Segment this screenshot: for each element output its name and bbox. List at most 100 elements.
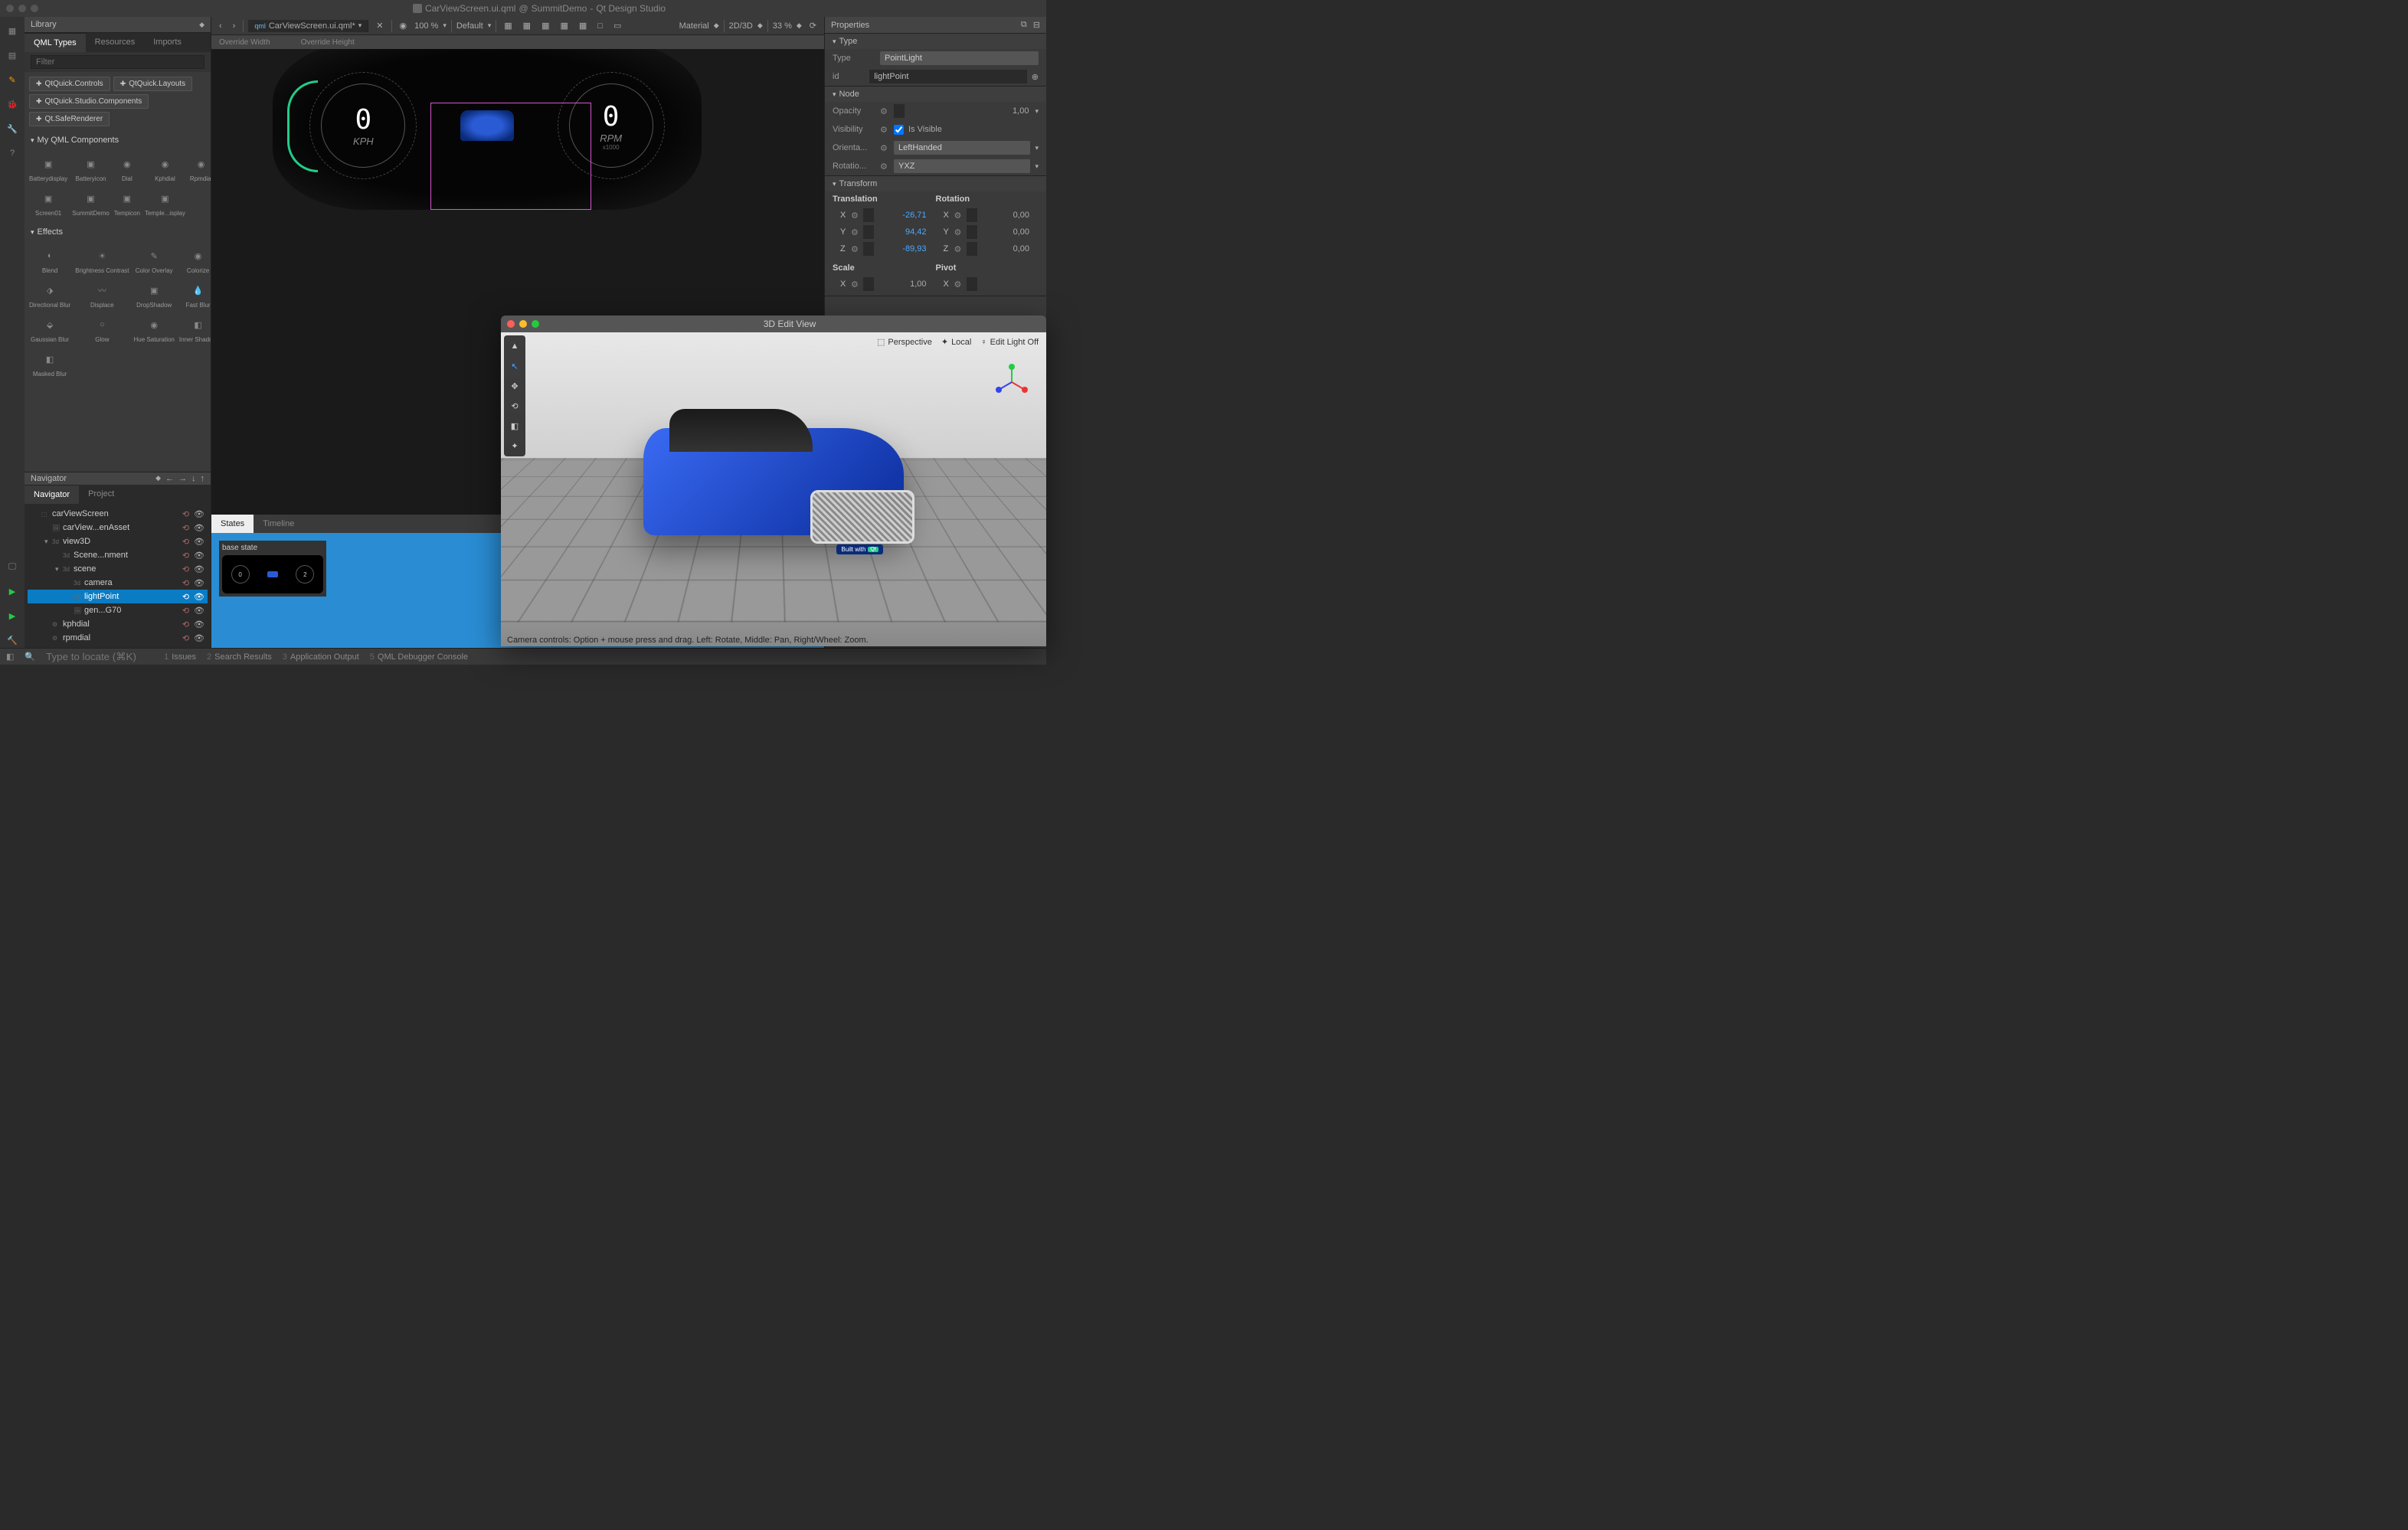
view-mode[interactable]: 2D/3D [729,21,753,31]
run-icon[interactable]: ▶ [5,584,20,599]
component-kphdial[interactable]: ◉Kphdial [143,152,187,185]
id-input[interactable] [869,70,1027,83]
orientation-value[interactable]: LeftHanded [894,141,1030,155]
tree-item-scene-nment[interactable]: 3d Scene...nment ⟲ 👁 [28,548,208,562]
visibility-icon[interactable]: 👁 [194,509,204,519]
chevron-down-icon[interactable]: ◆ [714,21,719,30]
spinner-icon[interactable] [894,104,905,118]
material-dropdown[interactable]: Material [679,21,709,31]
tree-item-view3d[interactable]: ▾ 3d view3D ⟲ 👁 [28,535,208,548]
effect-gaussian-blur[interactable]: ⬙Gaussian Blur [28,313,72,346]
component-batterydisplay[interactable]: ▣Batterydisplay [28,152,69,185]
tab-resources[interactable]: Resources [86,33,145,52]
rz-value[interactable]: 0,00 [980,244,1032,253]
debug-mode-icon[interactable]: 🐞 [5,96,20,112]
effect-blend[interactable]: ◐Blend [28,244,72,277]
component-rpmdial[interactable]: ◉Rpmdial [188,152,211,185]
nav-right-icon[interactable]: → [178,474,187,483]
build-icon[interactable]: 🔨 [5,633,20,648]
component-summitdemo[interactable]: ▣SummitDemo [70,187,110,220]
chevron-down-icon[interactable]: ▾ [358,21,362,30]
chip-qtquick-controls[interactable]: QtQuick.Controls [29,77,110,91]
tree-arrow-icon[interactable]: ▾ [44,538,52,546]
layout-icon[interactable]: ▭ [610,19,624,32]
rotation-order-value[interactable]: YXZ [894,159,1030,173]
nav-left-icon[interactable]: ← [165,474,174,483]
nav-down-icon[interactable]: ↓ [191,474,196,483]
gear-icon[interactable]: ⚙ [851,227,860,237]
translate-tool-icon[interactable]: ✥ [507,378,522,394]
rx-value[interactable]: 0,00 [980,211,1032,220]
gear-icon[interactable]: ⚙ [880,125,889,134]
tab-states[interactable]: States [211,514,254,533]
status-tab-application-output[interactable]: 3 Application Output [283,652,359,662]
visibility-icon[interactable]: 👁 [194,523,204,533]
file-tab[interactable]: qml CarViewScreen.ui.qml* ▾ [248,20,368,32]
minimize-window-icon[interactable] [18,5,26,12]
rotate-tool-icon[interactable]: ⟲ [507,398,522,414]
effect-fast-blur[interactable]: 💧Fast Blur [178,279,211,312]
effect-inner-shadow[interactable]: ◧Inner Shadow [178,313,211,346]
gear-icon[interactable]: ⚙ [851,211,860,220]
opacity-value[interactable]: 1,00 [970,106,1030,116]
select-tool-icon[interactable]: ▲ [507,338,522,354]
tree-item-lightpoint[interactable]: 3d lightPoint ⟲ 👁 [28,590,208,603]
nav-forward-icon[interactable]: › [230,20,239,32]
library-menu-icon[interactable]: ◆ [199,21,204,29]
status-tab-issues[interactable]: 1 Issues [164,652,196,662]
close-window-icon[interactable] [507,320,515,328]
local-toggle[interactable]: ✦Local [941,337,972,347]
layout-icon[interactable]: ▦ [576,19,590,32]
monitor-icon[interactable]: 🖵 [5,559,20,574]
tree-item-scene[interactable]: ▾ 3d scene ⟲ 👁 [28,562,208,576]
link-icon[interactable]: ⟲ [182,509,189,519]
edit-light-toggle[interactable]: ♀Edit Light Off [980,337,1039,347]
effect-brightness-contrast[interactable]: ☀Brightness Contrast [74,244,130,277]
perspective-toggle[interactable]: ⬚Perspective [877,337,932,347]
tab-navigator[interactable]: Navigator [25,485,79,504]
tree-item-carviewscreen[interactable]: ⬚ carViewScreen ⟲ 👁 [28,507,208,521]
tab-timeline[interactable]: Timeline [254,515,303,533]
zoom-value[interactable]: 100 % [414,21,438,31]
edit3d-titlebar[interactable]: 3D Edit View [501,315,1046,332]
visibility-icon[interactable]: 👁 [194,606,204,616]
gear-icon[interactable]: ⚙ [954,211,964,220]
visibility-checkbox[interactable] [894,125,904,135]
visibility-icon[interactable]: 👁 [194,633,204,643]
edit3d-viewport[interactable]: ▲ ↖ ✥ ⟲ ◧ ✦ ⬚Perspective ✦Local ♀Edit Li… [501,332,1046,646]
visibility-icon[interactable]: 👁 [194,537,204,547]
export-icon[interactable]: ⊕ [1032,72,1039,82]
effect-hue-saturation[interactable]: ◉Hue Saturation [133,313,176,346]
node-section-header[interactable]: ▾Node [825,87,1046,102]
close-window-icon[interactable] [6,5,14,12]
axis-gizmo[interactable] [993,363,1031,401]
link-icon[interactable]: ⟲ [182,633,189,643]
chevron-down-icon[interactable]: ▾ [1035,162,1039,171]
tree-arrow-icon[interactable]: ▾ [55,565,63,574]
transform-section-header[interactable]: ▾Transform [825,176,1046,191]
effect-color-overlay[interactable]: ✎Color Overlay [133,244,176,277]
effect-colorize[interactable]: ◉Colorize [178,244,211,277]
link-icon[interactable]: ⟲ [182,537,189,547]
component-temple...isplay[interactable]: ▣Temple...isplay [143,187,187,220]
status-tab-search-results[interactable]: 2 Search Results [207,652,272,662]
visibility-icon[interactable]: 👁 [194,551,204,561]
edit3d-window[interactable]: 3D Edit View ▲ ↖ ✥ ⟲ ◧ ✦ ⬚Perspective ✦L… [501,315,1046,646]
status-tab-qml-debugger-console[interactable]: 5 QML Debugger Console [370,652,468,662]
gear-icon[interactable]: ⚙ [851,280,860,289]
effect-dropshadow[interactable]: ▣DropShadow [133,279,176,312]
gear-icon[interactable]: ⚙ [880,143,889,152]
gear-icon[interactable]: ⚙ [954,280,964,289]
move-tool-icon[interactable]: ↖ [507,358,522,374]
override-width-label[interactable]: Override Width [219,38,270,47]
dock-icon[interactable]: ⧉ [1021,20,1027,30]
link-icon[interactable]: ⟲ [182,523,189,533]
car-3d-model[interactable]: Built with Qt [643,428,904,581]
link-icon[interactable]: ⟲ [182,592,189,602]
link-icon[interactable]: ⟲ [182,606,189,616]
locator-input[interactable] [46,651,153,662]
gear-icon[interactable]: ⚙ [880,162,889,171]
gear-icon[interactable]: ⚙ [880,106,889,116]
layout-icon[interactable]: □ [594,20,606,32]
close-panel-icon[interactable]: ⊟ [1033,20,1040,30]
